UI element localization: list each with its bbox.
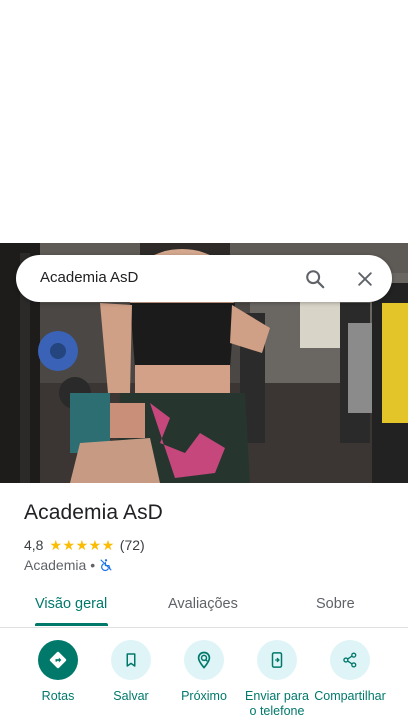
directions-circle: [38, 640, 78, 680]
share-circle: [330, 640, 370, 680]
tab-about[interactable]: Sobre: [316, 596, 355, 612]
clear-search-button[interactable]: [352, 266, 378, 292]
close-icon: [358, 272, 372, 286]
action-bar: Rotas Salvar Próximo Enviar para o telef…: [0, 640, 408, 726]
save-label: Salvar: [113, 689, 149, 703]
search-button[interactable]: [302, 266, 328, 292]
save-circle: [111, 640, 151, 680]
separator: •: [90, 557, 96, 573]
review-count: (72): [119, 537, 145, 553]
star-icon: ★: [49, 537, 63, 553]
send-to-phone-icon: [271, 652, 283, 668]
search-bar[interactable]: Academia AsD: [16, 255, 392, 302]
directions-icon: [49, 651, 67, 669]
rating-stars: ★ ★ ★ ★ ★: [49, 538, 114, 552]
share-label: Compartilhar: [314, 689, 386, 703]
wheelchair-not-accessible-icon: [100, 559, 112, 572]
save-button[interactable]: Salvar: [94, 640, 168, 704]
share-button[interactable]: Compartilhar: [313, 640, 387, 704]
tab-overview[interactable]: Visão geral: [35, 596, 107, 612]
star-icon: ★: [75, 537, 89, 553]
rating-row[interactable]: 4,8 ★ ★ ★ ★ ★ (72): [24, 536, 145, 554]
place-category: Academia: [24, 557, 87, 573]
bookmark-icon: [126, 653, 136, 667]
nearby-label: Próximo: [181, 689, 227, 703]
share-icon: [343, 652, 357, 668]
tabs-divider: [0, 627, 408, 628]
tab-reviews[interactable]: Avaliações: [168, 596, 238, 612]
place-title: Academia AsD: [24, 501, 163, 524]
star-icon: ★: [101, 537, 115, 553]
directions-label: Rotas: [41, 689, 75, 703]
category-row: Academia •: [24, 556, 113, 574]
nearby-icon: [197, 651, 211, 669]
nearby-button[interactable]: Próximo: [167, 640, 241, 704]
send-to-phone-label: Enviar para o telefone: [245, 689, 309, 718]
send-to-phone-button[interactable]: Enviar para o telefone: [240, 640, 314, 719]
map-blank-area: [0, 0, 408, 243]
star-icon: ★: [88, 537, 102, 553]
directions-button[interactable]: Rotas: [21, 640, 95, 704]
rating-value: 4,8: [24, 537, 44, 553]
search-icon: [306, 270, 325, 289]
active-tab-indicator: [35, 623, 108, 626]
send-to-phone-circle: [257, 640, 297, 680]
tab-bar: Visão geral Avaliações Sobre: [0, 585, 408, 627]
star-icon: ★: [62, 537, 76, 553]
search-query[interactable]: Academia AsD: [40, 269, 138, 286]
nearby-circle: [184, 640, 224, 680]
